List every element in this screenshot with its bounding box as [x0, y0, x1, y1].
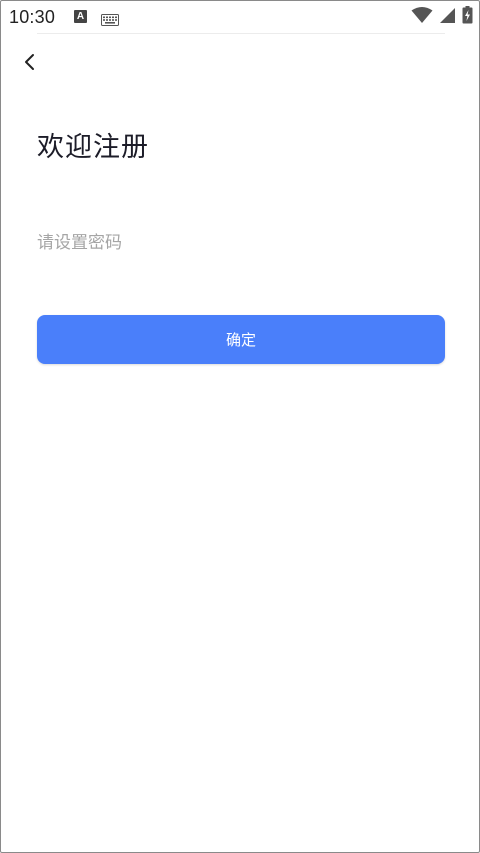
wifi-icon	[411, 6, 433, 28]
keyboard-icon	[101, 11, 119, 30]
status-time: 10:30	[9, 7, 56, 27]
status-icons	[411, 6, 473, 28]
header-divider	[37, 33, 445, 34]
app-screen: 10:30 A 欢迎注册 确定	[0, 0, 480, 853]
battery-charging-icon	[462, 6, 473, 28]
page-title: 欢迎注册	[37, 132, 149, 163]
back-button[interactable]	[15, 47, 45, 77]
status-bar: 10:30 A	[1, 1, 479, 33]
confirm-button[interactable]: 确定	[37, 315, 445, 364]
chevron-left-icon	[25, 54, 34, 70]
signal-icon	[439, 7, 456, 28]
a-badge-icon: A	[74, 10, 87, 23]
password-input[interactable]	[37, 225, 445, 261]
